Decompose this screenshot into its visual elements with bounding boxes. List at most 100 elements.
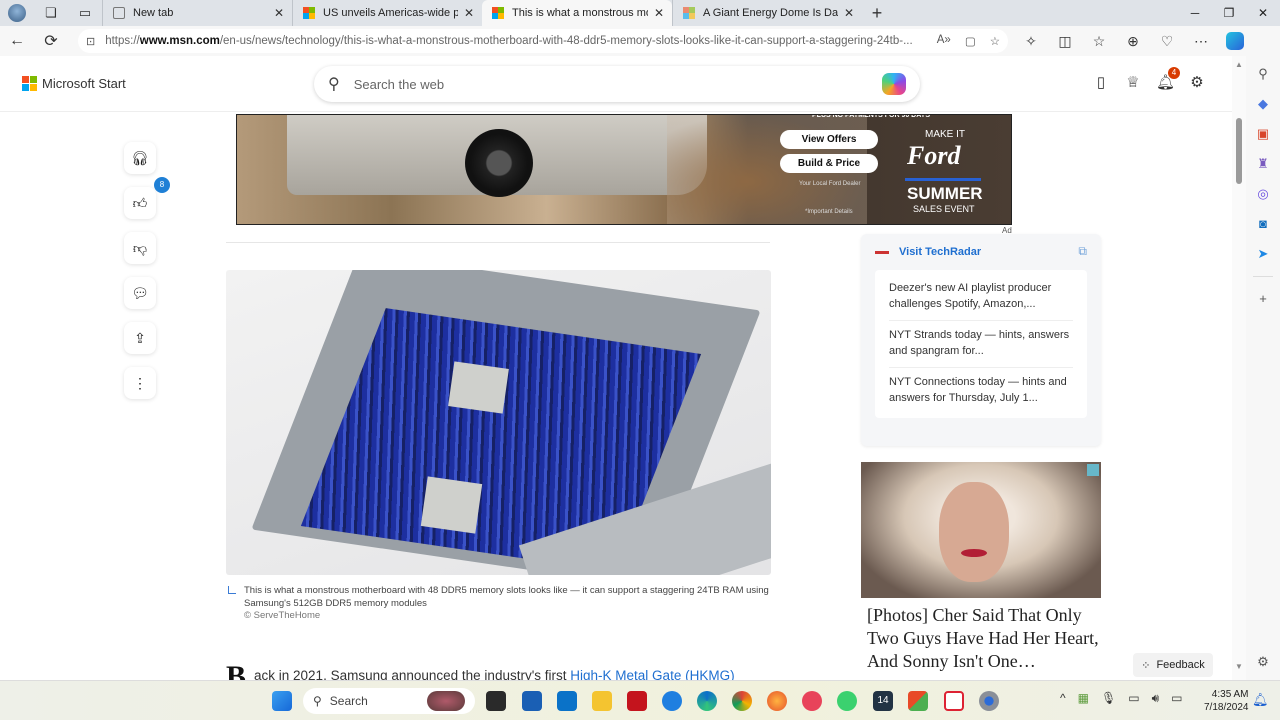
store-icon[interactable]	[522, 691, 542, 711]
dislike-button[interactable]: 👎︎	[124, 232, 156, 264]
chrome-icon[interactable]	[732, 691, 752, 711]
build-price-button[interactable]: Build & Price	[780, 154, 878, 173]
list-item[interactable]: NYT Connections today — hints and answer…	[889, 368, 1073, 414]
tab-close-icon[interactable]: ✕	[654, 6, 664, 20]
firefox-icon[interactable]	[767, 691, 787, 711]
back-button[interactable]: ←	[0, 32, 34, 50]
tab-close-icon[interactable]: ✕	[464, 6, 474, 20]
collections-icon[interactable]: ⊕	[1116, 33, 1150, 50]
list-item[interactable]: NYT Strands today — hints, answers and s…	[889, 321, 1073, 368]
tray-app-icon[interactable]: ▦	[1078, 691, 1089, 706]
app-icon[interactable]	[662, 691, 682, 711]
search-input[interactable]	[353, 76, 882, 92]
feedback-button[interactable]: ⁘ Feedback	[1133, 653, 1213, 677]
new-tab-button[interactable]: +	[862, 3, 892, 24]
app-icon[interactable]	[908, 691, 928, 711]
more-options-icon[interactable]: ⋯	[1184, 33, 1218, 50]
taskbar-search[interactable]: ⚲ Search	[303, 688, 475, 714]
add-sidebar-app-icon[interactable]: +	[1255, 291, 1271, 307]
list-item[interactable]: Deezer's new AI playlist producer challe…	[889, 274, 1073, 321]
tab-us-unveils[interactable]: US unveils Americas-wide plan to ✕	[292, 0, 482, 26]
wechat-icon[interactable]	[837, 691, 857, 711]
clock[interactable]: 4:35 AM 7/18/2024	[1204, 688, 1249, 714]
acrobat-icon[interactable]	[627, 691, 647, 711]
settings-icon[interactable]: ⚙	[1188, 73, 1206, 93]
sidebar-separator	[1253, 276, 1273, 277]
browser-essentials-icon[interactable]: ♡	[1150, 33, 1184, 50]
volume-icon[interactable]: 🔊︎	[1152, 691, 1160, 706]
refresh-button[interactable]: ⟳	[34, 31, 68, 51]
outlook-taskbar-icon[interactable]	[557, 691, 577, 711]
favorites-icon[interactable]: ☆	[1082, 33, 1116, 50]
like-button[interactable]: 👍︎ 8	[124, 177, 170, 219]
tab-new-tab[interactable]: New tab ✕	[102, 0, 292, 26]
view-offers-button[interactable]: View Offers	[780, 130, 878, 149]
lock-icon[interactable]: ⊡	[86, 35, 95, 48]
search-box[interactable]: ⚲	[314, 66, 920, 102]
notification-bell-icon[interactable]: 🔔︎	[1252, 692, 1269, 708]
ad-details-link[interactable]: *Important Details	[805, 209, 853, 215]
sidebar-settings-icon[interactable]: ⚙	[1255, 654, 1271, 670]
screen: ❏ ▭ New tab ✕ US unveils Americas-wide p…	[0, 0, 1280, 720]
close-window-button[interactable]: ✕	[1246, 0, 1280, 26]
calendar-app-icon[interactable]: 14	[873, 691, 893, 711]
workspaces-icon[interactable]: ❏	[34, 0, 68, 26]
send-icon[interactable]: ➤	[1255, 246, 1271, 262]
system-tray: ^ ▦ 🎙︎ ▭ 🔊︎ ▭	[1060, 691, 1182, 706]
task-view-icon[interactable]	[486, 691, 506, 711]
games-icon[interactable]: ♜	[1255, 156, 1271, 172]
microphone-icon[interactable]: 🎙︎	[1101, 691, 1116, 706]
microsoft365-icon[interactable]: ◎	[1255, 186, 1271, 202]
url-path: /en-us/news/technology/this-is-what-a-mo…	[219, 35, 913, 47]
hkmg-link[interactable]: High-K Metal Gate (HKMG)	[570, 668, 734, 680]
promo-title[interactable]: [Photos] Cher Said That Only Two Guys Ha…	[867, 604, 1107, 673]
ad-banner[interactable]: PLUS NO PAYMENTS FOR 90 DAYS View Offers…	[236, 114, 1012, 225]
page-scrollbar[interactable]: ▲ ▼	[1232, 56, 1246, 680]
copilot-icon[interactable]	[1226, 32, 1244, 50]
article-hero-image[interactable]	[226, 270, 771, 575]
tools-briefcase-icon[interactable]: ▣	[1255, 126, 1271, 142]
settings-app-icon[interactable]	[979, 691, 999, 711]
scroll-up-icon[interactable]: ▲	[1235, 60, 1243, 69]
share-button[interactable]: ⇪	[124, 322, 156, 354]
immersive-reader-icon[interactable]: ▢	[965, 34, 976, 48]
tab-energy-dome[interactable]: A Giant Energy Dome Is Daringly ✕	[672, 0, 862, 26]
tab-close-icon[interactable]: ✕	[274, 6, 284, 20]
tab-close-icon[interactable]: ✕	[844, 6, 854, 20]
promo-image[interactable]	[861, 462, 1101, 598]
profile-button[interactable]	[0, 0, 34, 26]
extensions-icon[interactable]: ✧	[1014, 33, 1048, 50]
phone-app-icon[interactable]: ▯	[1092, 73, 1110, 93]
rewards-icon[interactable]: ♕	[1124, 73, 1142, 93]
minimize-button[interactable]: ─	[1178, 0, 1212, 26]
battery-icon[interactable]: ▭	[1171, 691, 1182, 706]
show-hidden-icons[interactable]: ^	[1060, 691, 1066, 706]
start-button[interactable]	[272, 691, 292, 711]
tab-monstrous-motherboard[interactable]: This is what a monstrous mother ✕	[482, 0, 672, 26]
split-screen-icon[interactable]: ◫	[1048, 33, 1082, 50]
scroll-thumb[interactable]	[1236, 118, 1242, 184]
restore-button[interactable]: ❐	[1212, 0, 1246, 26]
address-bar[interactable]: ⊡ https://www.msn.com/en-us/news/technol…	[78, 29, 1008, 53]
snipping-tool-icon[interactable]	[944, 691, 964, 711]
network-icon[interactable]: ▭	[1128, 691, 1139, 706]
more-actions-button[interactable]: ⋮	[124, 367, 156, 399]
copilot-search-icon[interactable]	[882, 73, 906, 95]
ad-choices-icon[interactable]	[1087, 464, 1099, 476]
visit-techradar-link[interactable]: Visit TechRadar	[875, 246, 981, 258]
outlook-icon[interactable]: ◙	[1255, 216, 1271, 232]
microsoft-start-logo[interactable]: Microsoft Start	[22, 76, 126, 91]
sidebar-search-icon[interactable]: ⚲	[1255, 66, 1271, 82]
read-aloud-icon[interactable]: A»	[937, 34, 951, 48]
edge-icon[interactable]	[697, 691, 717, 711]
tab-actions-icon[interactable]: ▭	[68, 0, 102, 26]
notifications-button[interactable]: 🔔︎ 4	[1156, 67, 1180, 93]
comment-button[interactable]: 💬︎	[124, 277, 156, 309]
favorite-star-icon[interactable]: ☆	[990, 34, 1000, 48]
external-link-icon[interactable]: ⧉	[1078, 244, 1087, 259]
recorder-icon[interactable]	[802, 691, 822, 711]
shopping-tag-icon[interactable]: ◆	[1255, 96, 1271, 112]
listen-button[interactable]: 🎧︎	[124, 142, 156, 174]
scroll-down-icon[interactable]: ▼	[1235, 662, 1243, 671]
file-explorer-icon[interactable]	[592, 691, 612, 711]
